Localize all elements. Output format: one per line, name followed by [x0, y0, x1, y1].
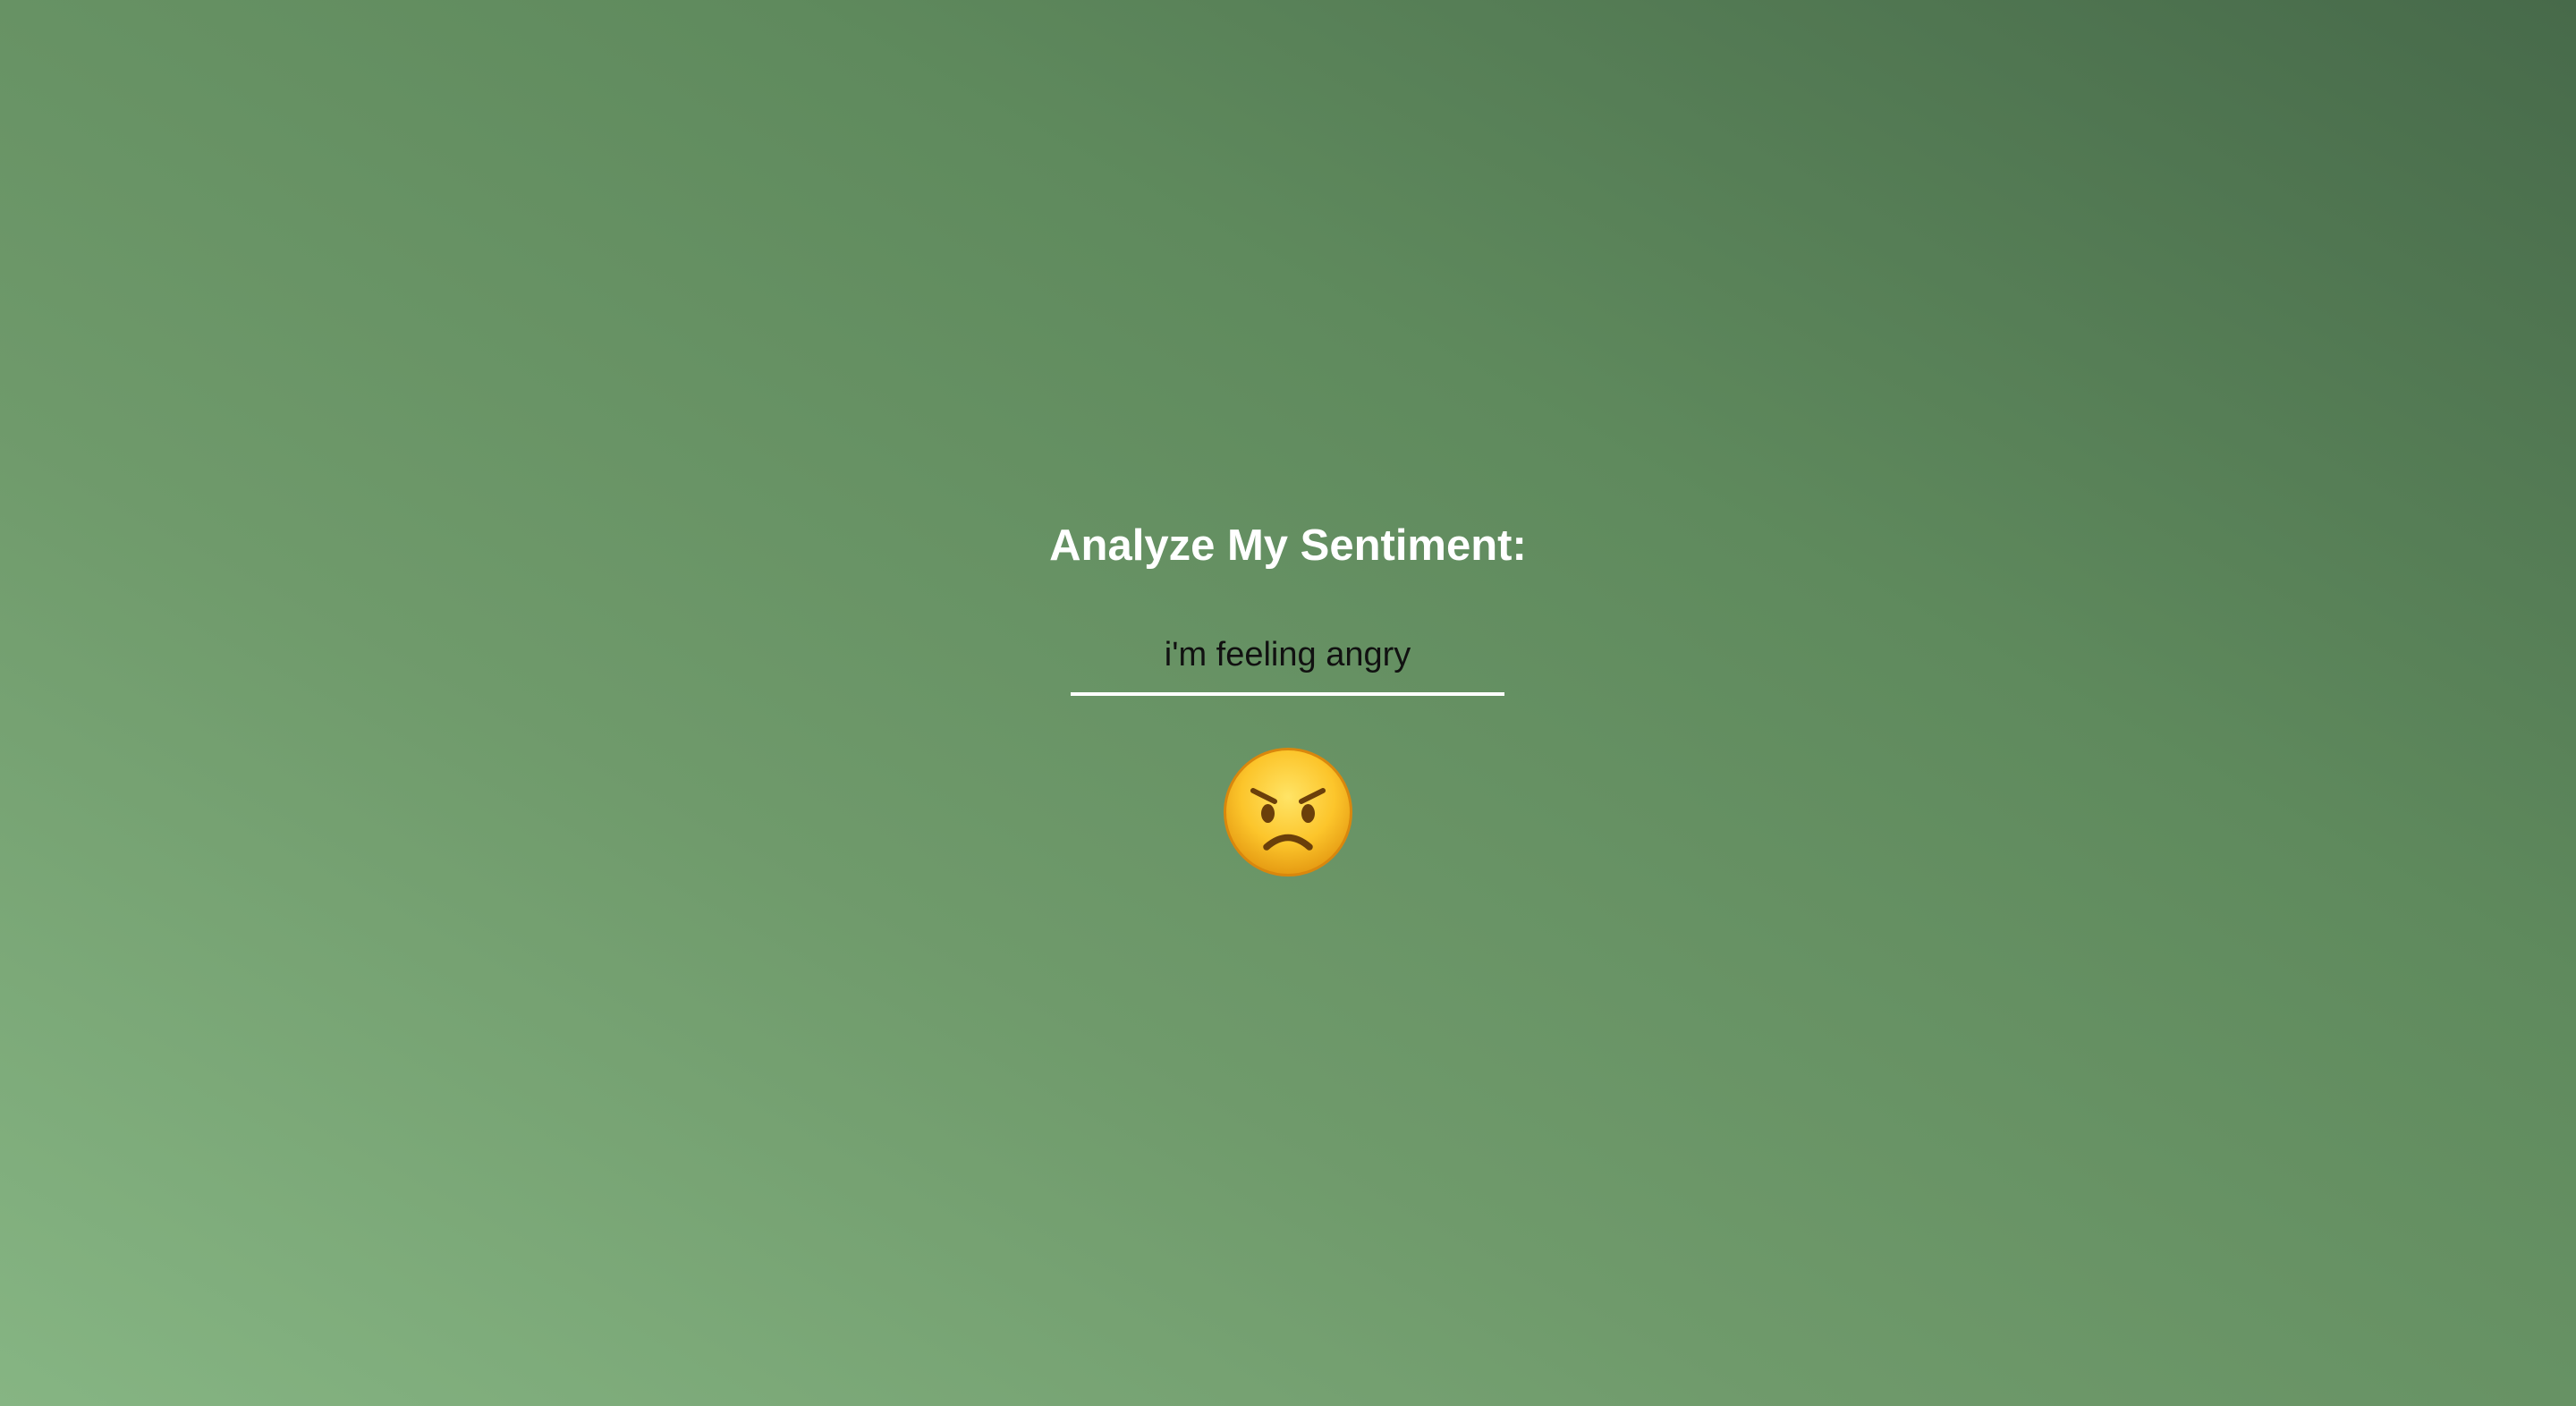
angry-face-icon — [1224, 748, 1352, 877]
sentiment-panel: Analyze My Sentiment: — [0, 0, 2576, 1406]
page-title: Analyze My Sentiment: — [1049, 521, 1527, 570]
sentiment-input-wrapper — [1071, 617, 1504, 699]
sentiment-input[interactable] — [1071, 617, 1504, 696]
